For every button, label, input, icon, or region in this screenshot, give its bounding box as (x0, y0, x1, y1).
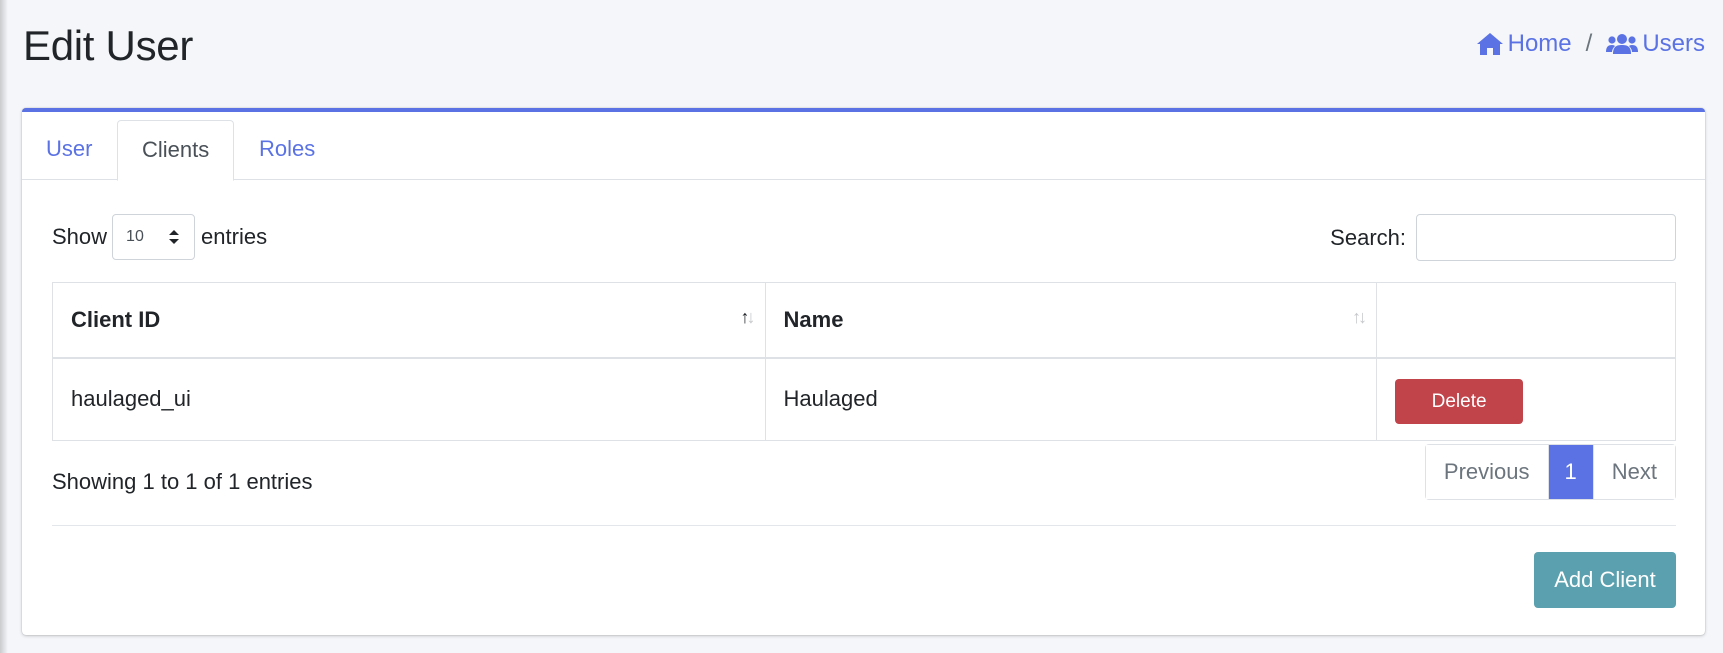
delete-button[interactable]: Delete (1395, 378, 1524, 424)
column-header-name[interactable]: Name ↑↓ (764, 282, 1378, 359)
page-length-control: Show 10 entries (52, 214, 267, 260)
current-page-button[interactable]: 1 (1547, 445, 1593, 499)
breadcrumb-users[interactable]: Users (1606, 30, 1705, 58)
cell-name: Haulaged (764, 357, 1378, 441)
search-control: Search: (1330, 214, 1676, 261)
entries-label: entries (201, 224, 268, 249)
edit-user-card: User Clients Roles Show 10 entries Searc… (22, 108, 1705, 635)
page-length-select[interactable]: 10 (112, 214, 196, 260)
column-header-label: Name (783, 306, 844, 332)
page-length-value: 10 (126, 228, 144, 245)
previous-page-button[interactable]: Previous (1425, 445, 1548, 499)
breadcrumb-separator: / (1585, 30, 1593, 57)
table-header-row: Client ID ↑↓ Name ↑↓ (52, 282, 1676, 359)
sort-icon: ↑↓ (1352, 307, 1367, 327)
clients-table: Client ID ↑↓ Name ↑↓ haulaged_ui Haulage… (52, 282, 1676, 441)
tab-bar: User Clients Roles (22, 112, 1705, 181)
breadcrumb: Home / Users (1476, 30, 1705, 58)
sort-updown-icon (169, 230, 180, 244)
tab-clients[interactable]: Clients (117, 120, 235, 181)
home-icon (1476, 33, 1503, 55)
breadcrumb-users-label: Users (1642, 30, 1705, 57)
column-header-actions (1376, 282, 1676, 359)
pagination: Previous 1 Next (1424, 444, 1676, 500)
search-input[interactable] (1416, 214, 1676, 261)
breadcrumb-home-label: Home (1507, 30, 1572, 57)
show-label: Show (52, 224, 108, 249)
divider (52, 525, 1676, 526)
add-client-button[interactable]: Add Client (1534, 552, 1676, 608)
cell-actions: Delete (1376, 357, 1676, 441)
breadcrumb-home[interactable]: Home (1476, 30, 1572, 58)
search-label: Search: (1330, 224, 1406, 250)
sidebar-shadow (0, 0, 8, 653)
column-header-label: Client ID (71, 306, 161, 332)
column-header-client-id[interactable]: Client ID ↑↓ (52, 282, 766, 359)
page-title: Edit User (23, 22, 194, 69)
table-info: Showing 1 to 1 of 1 entries (52, 469, 313, 494)
sort-asc-icon: ↑↓ (740, 307, 756, 327)
cell-client-id: haulaged_ui (52, 357, 766, 441)
tab-user[interactable]: User (22, 120, 116, 181)
next-page-button[interactable]: Next (1592, 445, 1675, 499)
tab-roles[interactable]: Roles (235, 120, 339, 181)
users-icon (1606, 34, 1639, 54)
table-row: haulaged_ui Haulaged Delete (52, 357, 1676, 441)
